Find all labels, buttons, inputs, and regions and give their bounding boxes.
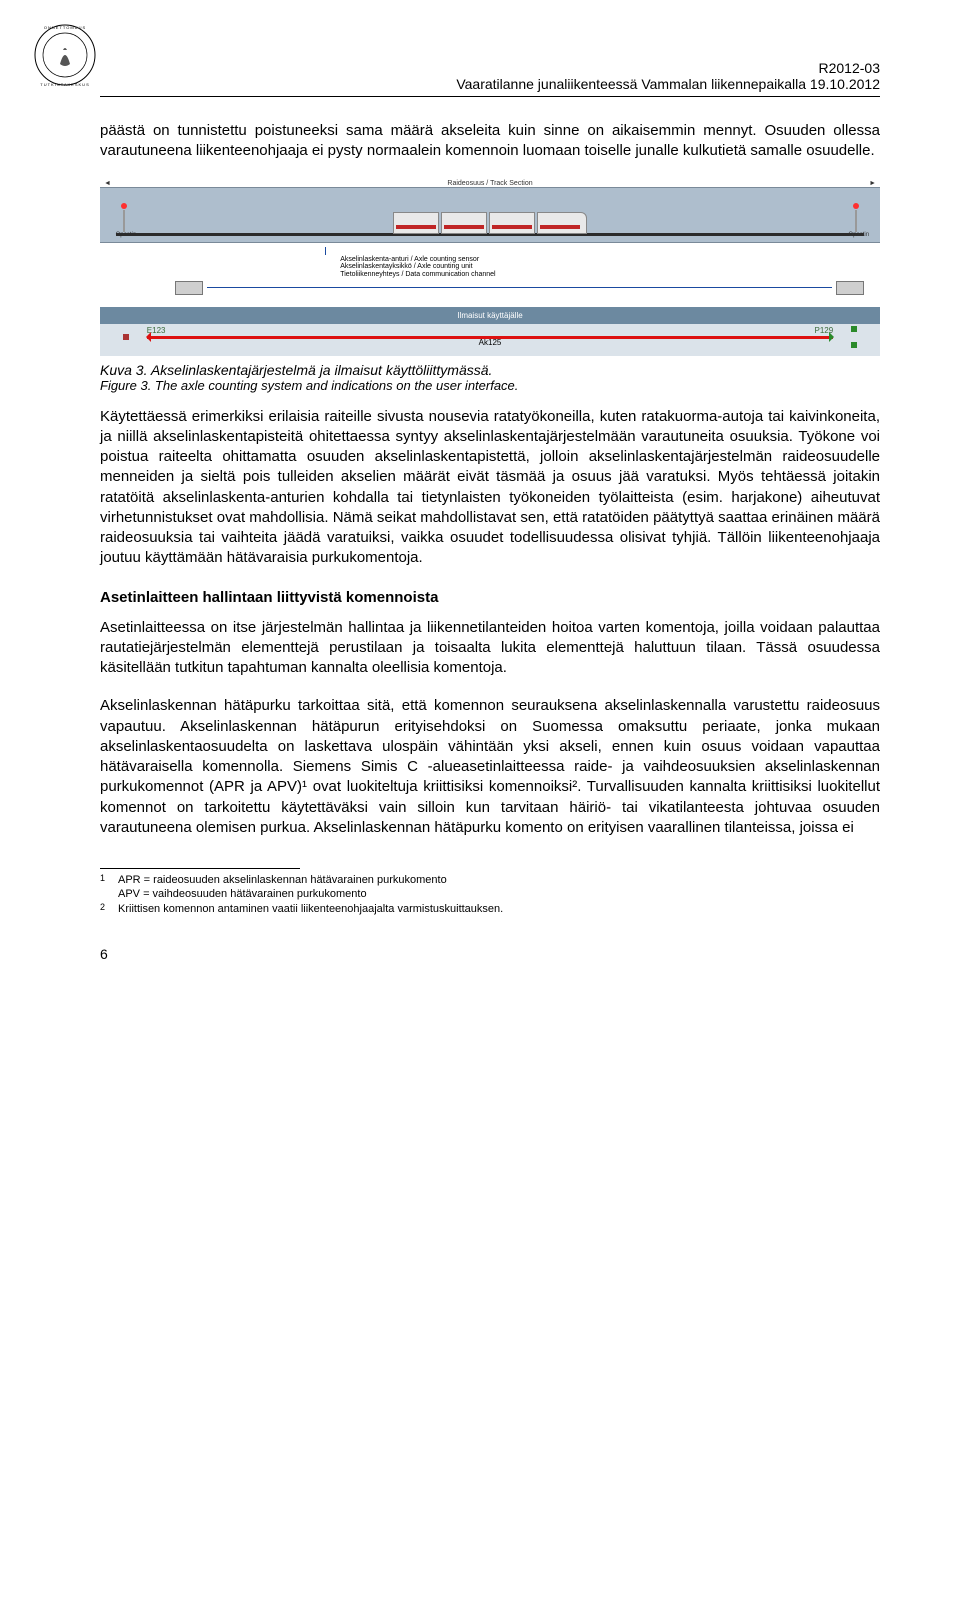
- paragraph-3: Asetinlaitteessa on itse järjestelmän ha…: [100, 618, 880, 679]
- diagram: ◄ Raideosuus / Track Section ► Opastin: [100, 180, 880, 356]
- sensor-label: Akselinlaskenta-anturi / Axle counting s…: [340, 256, 864, 264]
- figure-3: ◄ Raideosuus / Track Section ► Opastin: [100, 180, 880, 356]
- green-square-icon-2: [851, 342, 857, 348]
- footnote-1b: APV = vaihdeosuuden hätävarainen purkuko…: [118, 887, 367, 901]
- paragraph-4: Akselinlaskennan hätäpurku tarkoittaa si…: [100, 696, 880, 838]
- document-id: R2012-03: [100, 60, 880, 76]
- passenger-car-1: [393, 212, 439, 234]
- track-section-label: Raideosuus / Track Section: [447, 180, 532, 187]
- passenger-car-2: [441, 212, 487, 234]
- footnote-1a: APR = raideosuuden akselinlaskennan hätä…: [118, 873, 447, 887]
- document-title: Vaaratilanne junaliikenteessä Vammalan l…: [100, 76, 880, 97]
- unit-box-left: [175, 281, 203, 295]
- page-header: ONNETTOMUUS TUTKINTAKESKUS R2012-03 Vaar…: [100, 60, 880, 97]
- channel-label: Tietoliikenneyhteys / Data communication…: [340, 271, 864, 279]
- passenger-car-3: [489, 212, 535, 234]
- train: [393, 212, 587, 234]
- connection-line: [207, 287, 832, 288]
- e-square-icon: [123, 334, 129, 340]
- footnotes: 1APR = raideosuuden akselinlaskennan hät…: [100, 873, 880, 916]
- mid-block: Akselinlaskenta-anturi / Axle counting s…: [100, 243, 880, 301]
- unit-label: Akselinlaskentayksikkö / Axle counting u…: [340, 263, 864, 271]
- page-number: 6: [100, 946, 880, 962]
- svg-text:ONNETTOMUUS: ONNETTOMUUS: [44, 25, 86, 30]
- unit-row: [175, 281, 864, 295]
- bottom-indicator: E123 Ak125 P129: [100, 324, 880, 356]
- agency-logo: ONNETTOMUUS TUTKINTAKESKUS: [30, 20, 100, 90]
- locomotive: [537, 212, 587, 234]
- figure-caption-en: Figure 3. The axle counting system and i…: [100, 378, 880, 393]
- track-section-arrow-left: ◄: [104, 180, 111, 187]
- red-arrow: [147, 336, 833, 339]
- green-square-icon-1: [851, 326, 857, 332]
- ak-label: Ak125: [479, 338, 502, 347]
- section-heading: Asetinlaitteen hallintaan liittyvistä ko…: [100, 589, 880, 606]
- paragraph-1: päästä on tunnistettu poistuneeksi sama …: [100, 121, 880, 162]
- footnote-2: Kriittisen komennon antaminen vaatii lii…: [118, 902, 503, 916]
- track-area: Opastin Opastin: [100, 187, 880, 243]
- signal-right: Opastin: [848, 203, 864, 238]
- notice-bar: Ilmaisut käyttäjälle: [100, 307, 880, 324]
- paragraph-2: Käytettäessä erimerkiksi erilaisia raite…: [100, 407, 880, 569]
- figure-caption-fi: Kuva 3. Akselinlaskentajärjestelmä ja il…: [100, 362, 880, 378]
- green-tip-icon: [829, 332, 839, 342]
- footnote-separator: [100, 868, 300, 869]
- unit-box-right: [836, 281, 864, 295]
- svg-text:TUTKINTAKESKUS: TUTKINTAKESKUS: [40, 82, 90, 87]
- signal-right-label: Opastin: [848, 232, 864, 238]
- page: ONNETTOMUUS TUTKINTAKESKUS R2012-03 Vaar…: [0, 0, 960, 1002]
- track-section-arrow-right: ►: [869, 180, 876, 187]
